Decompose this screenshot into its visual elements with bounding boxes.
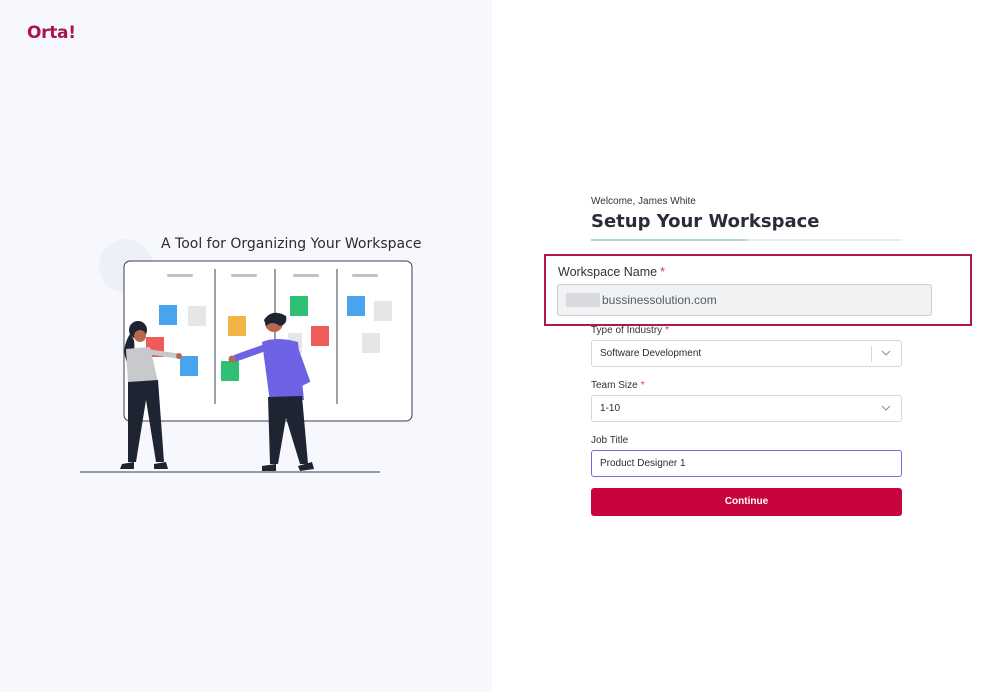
- industry-value: Software Development: [600, 348, 702, 359]
- industry-label-text: Type of Industry: [591, 325, 663, 336]
- team-size-label: Team Size *: [591, 380, 645, 391]
- continue-button[interactable]: Continue: [591, 488, 902, 516]
- setup-progress-fill: [591, 239, 747, 241]
- chevron-down-icon[interactable]: [880, 402, 892, 414]
- job-title-value: Product Designer 1: [600, 458, 686, 469]
- required-mark: *: [640, 380, 645, 391]
- industry-label: Type of Industry *: [591, 325, 669, 336]
- team-size-select[interactable]: 1-10: [591, 395, 902, 422]
- workspace-name-value: bussinessolution.com: [602, 293, 717, 307]
- select-separator: [871, 346, 872, 362]
- redacted-prefix: [566, 293, 600, 307]
- team-size-label-text: Team Size: [591, 380, 638, 391]
- page-title: Setup Your Workspace: [591, 211, 820, 232]
- setup-progress-bar: [591, 239, 902, 241]
- orta-logo[interactable]: Orta!: [27, 23, 76, 43]
- team-size-value: 1-10: [600, 403, 621, 414]
- required-mark: *: [665, 325, 670, 336]
- industry-select[interactable]: Software Development: [591, 340, 902, 367]
- workspace-illustration: [80, 239, 413, 473]
- tagline: A Tool for Organizing Your Workspace: [161, 236, 422, 252]
- workspace-name-label-text: Workspace Name: [558, 265, 658, 279]
- workspace-name-label: Workspace Name *: [558, 265, 665, 279]
- left-panel: Orta! A Tool for Organizing Your Workspa…: [0, 0, 492, 692]
- job-title-label: Job Title: [591, 435, 629, 446]
- job-title-input[interactable]: Product Designer 1: [591, 450, 902, 477]
- welcome-text: Welcome, James White: [591, 196, 696, 207]
- chevron-down-icon[interactable]: [880, 347, 892, 359]
- required-mark: *: [660, 265, 665, 279]
- workspace-name-input[interactable]: bussinessolution.com: [557, 284, 932, 316]
